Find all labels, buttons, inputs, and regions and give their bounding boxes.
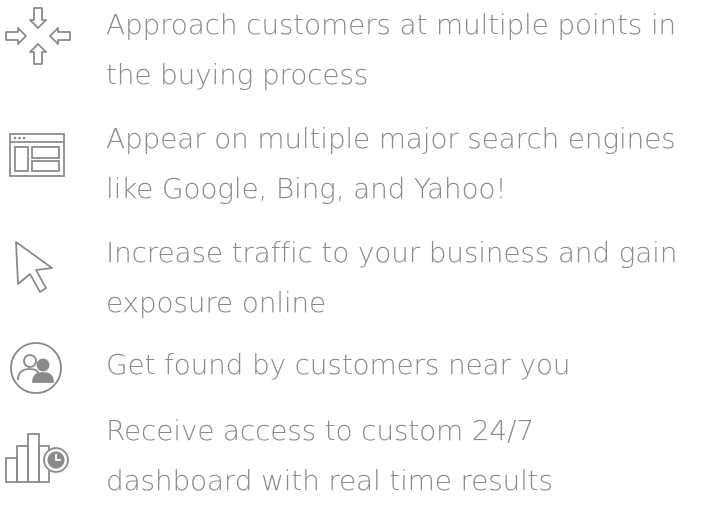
feature-text-line: Appear on multiple major search engines <box>106 122 676 155</box>
feature-text-line: Receive access to custom 24/7 <box>106 414 534 447</box>
feature-text: Receive access to custom 24/7 dashboard … <box>106 406 706 506</box>
feature-text-line: like Google, Bing, and Yahoo! <box>106 172 507 205</box>
feature-text-line: Increase traffic to your business and ga… <box>106 236 678 269</box>
bar-chart-clock-icon <box>4 424 72 484</box>
feature-text-line: exposure online <box>106 286 326 319</box>
feature-list: Approach customers at multiple points in… <box>0 0 706 497</box>
browser-layout-icon <box>4 126 72 186</box>
feature-text: Approach customers at multiple points in… <box>106 0 706 100</box>
feature-text: Increase traffic to your business and ga… <box>106 228 706 328</box>
feature-text-line: Approach customers at multiple points in <box>106 8 676 41</box>
people-circle-icon <box>4 338 72 398</box>
feature-text-line: the buying process <box>106 58 369 91</box>
feature-text: Get found by customers near you <box>106 340 706 390</box>
cursor-arrow-icon <box>4 238 72 298</box>
feature-text-line: dashboard with real time results <box>106 464 553 497</box>
feature-text: Appear on multiple major search engines … <box>106 114 706 214</box>
feature-text-line: Get found by customers near you <box>106 348 571 381</box>
converge-arrows-icon <box>4 6 72 66</box>
